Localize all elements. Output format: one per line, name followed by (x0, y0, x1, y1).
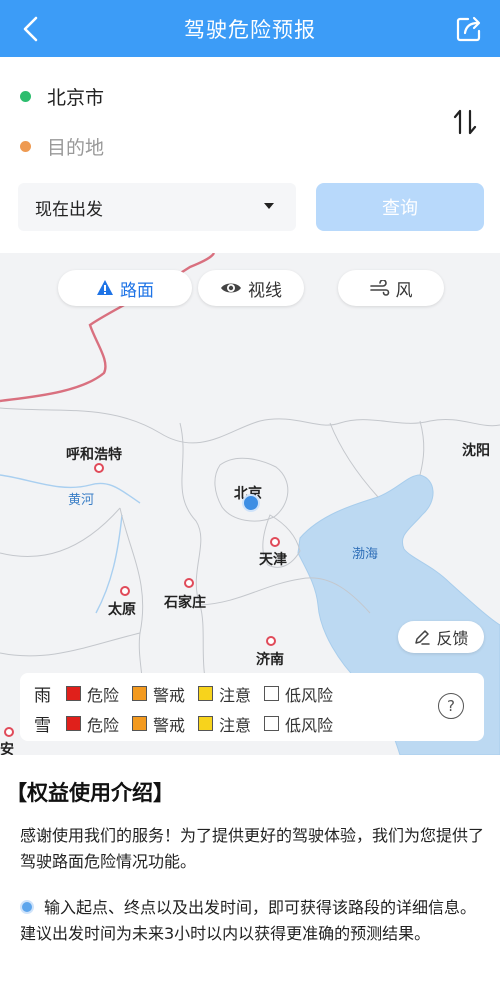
bullet-dot-icon (20, 900, 34, 914)
swatch-danger (66, 686, 81, 701)
route-card: 北京市 目的地 现在出发 查询 (0, 57, 500, 253)
query-button[interactable]: 查询 (316, 183, 484, 231)
intro-paragraph: 感谢使用我们的服务！为了提供更好的驾驶体验，我们为您提供了驾驶路面危险情况功能。 (20, 826, 485, 871)
departure-time-value: 现在出发 (35, 199, 103, 220)
origin-text: 北京市 (47, 87, 105, 109)
swatch-alert (132, 686, 148, 701)
legend-label: 警戒 (153, 715, 186, 735)
city-shijiazhuang: 石家庄 (164, 595, 206, 611)
city-hohhot: 呼和浩特 (66, 447, 122, 463)
destination-dot-icon (20, 141, 31, 152)
edit-icon (415, 630, 431, 645)
swap-icon[interactable] (450, 107, 480, 137)
origin-field[interactable]: 北京市 (20, 83, 104, 110)
destination-placeholder: 目的地 (47, 137, 105, 159)
layer-wind-chip[interactable]: 风 (338, 270, 444, 306)
map-view[interactable]: 路面 视线 风 呼和浩特 黄河 北京 沈阳 天津 渤海 太原 (0, 253, 500, 755)
intro-section: 【权益使用介绍】 感谢使用我们的服务！为了提供更好的驾驶体验，我们为您提供了驾驶… (0, 755, 500, 995)
swatch-caution (198, 686, 214, 701)
legend-category-snow: 雪 (34, 716, 51, 736)
legend-row-snow: 雪 危险 警戒 注意 低风险 (34, 711, 346, 737)
feedback-button[interactable]: 反馈 (398, 621, 484, 653)
city-marker-icon (4, 727, 14, 737)
page: { "header": { "title": "驾驶危险预报", "back_i… (0, 0, 500, 995)
departure-time-select[interactable]: 现在出发 (18, 183, 296, 231)
city-tianjin: 天津 (259, 552, 287, 568)
layer-road-label: 路面 (120, 280, 154, 301)
caret-down-icon (264, 203, 274, 209)
city-marker-icon (184, 578, 194, 588)
legend-row-rain: 雨 危险 警戒 注意 低风险 (34, 681, 346, 707)
chevron-left-icon[interactable] (14, 12, 48, 46)
wind-icon (369, 280, 389, 296)
help-icon[interactable]: ? (438, 693, 464, 719)
layer-wind-label: 风 (395, 280, 413, 301)
eye-icon (221, 283, 241, 293)
city-marker-icon (120, 586, 130, 596)
legend-category-rain: 雨 (34, 686, 51, 706)
legend-label: 低风险 (285, 685, 334, 705)
swatch-low-risk (264, 716, 280, 731)
legend-label: 危险 (87, 685, 120, 705)
current-location-icon (242, 494, 260, 512)
intro-title: 【权益使用介绍】 (6, 781, 174, 805)
sea-label: 渤海 (352, 547, 379, 562)
intro-paragraph-text: 输入起点、终点以及出发时间，即可获得该路段的详细信息。建议出发时间为未来3小时以… (20, 898, 477, 943)
intro-paragraph-bullet: 输入起点、终点以及出发时间，即可获得该路段的详细信息。建议出发时间为未来3小时以… (20, 895, 486, 947)
swatch-low-risk (264, 686, 280, 701)
city-marker-icon (270, 537, 280, 547)
risk-legend: 雨 危险 警戒 注意 低风险 雪 危险 警戒 注意 低风险 ? (20, 673, 484, 741)
layer-road-chip[interactable]: 路面 (58, 270, 192, 306)
city-xian: 西安 (0, 742, 14, 755)
layer-sight-label: 视线 (248, 280, 282, 301)
city-marker-icon (94, 463, 104, 473)
swatch-danger (66, 716, 81, 731)
city-marker-icon (266, 636, 276, 646)
top-bar: 驾驶危险预报 (0, 0, 500, 57)
road-warning-icon (97, 280, 113, 295)
swatch-caution (198, 716, 214, 731)
legend-label: 注意 (219, 715, 252, 735)
legend-label: 低风险 (285, 715, 334, 735)
river-label: 黄河 (68, 493, 95, 508)
page-title: 驾驶危险预报 (184, 17, 316, 42)
city-shenyang: 沈阳 (462, 443, 490, 459)
city-taiyuan: 太原 (108, 602, 136, 618)
legend-label: 注意 (219, 685, 252, 705)
layer-sight-chip[interactable]: 视线 (198, 270, 304, 306)
swatch-alert (132, 716, 148, 731)
feedback-label: 反馈 (436, 629, 469, 648)
city-jinan: 济南 (256, 652, 284, 668)
share-icon[interactable] (454, 14, 484, 44)
origin-dot-icon (20, 91, 31, 102)
legend-label: 警戒 (153, 685, 186, 705)
destination-field[interactable]: 目的地 (20, 133, 104, 160)
legend-label: 危险 (87, 715, 120, 735)
